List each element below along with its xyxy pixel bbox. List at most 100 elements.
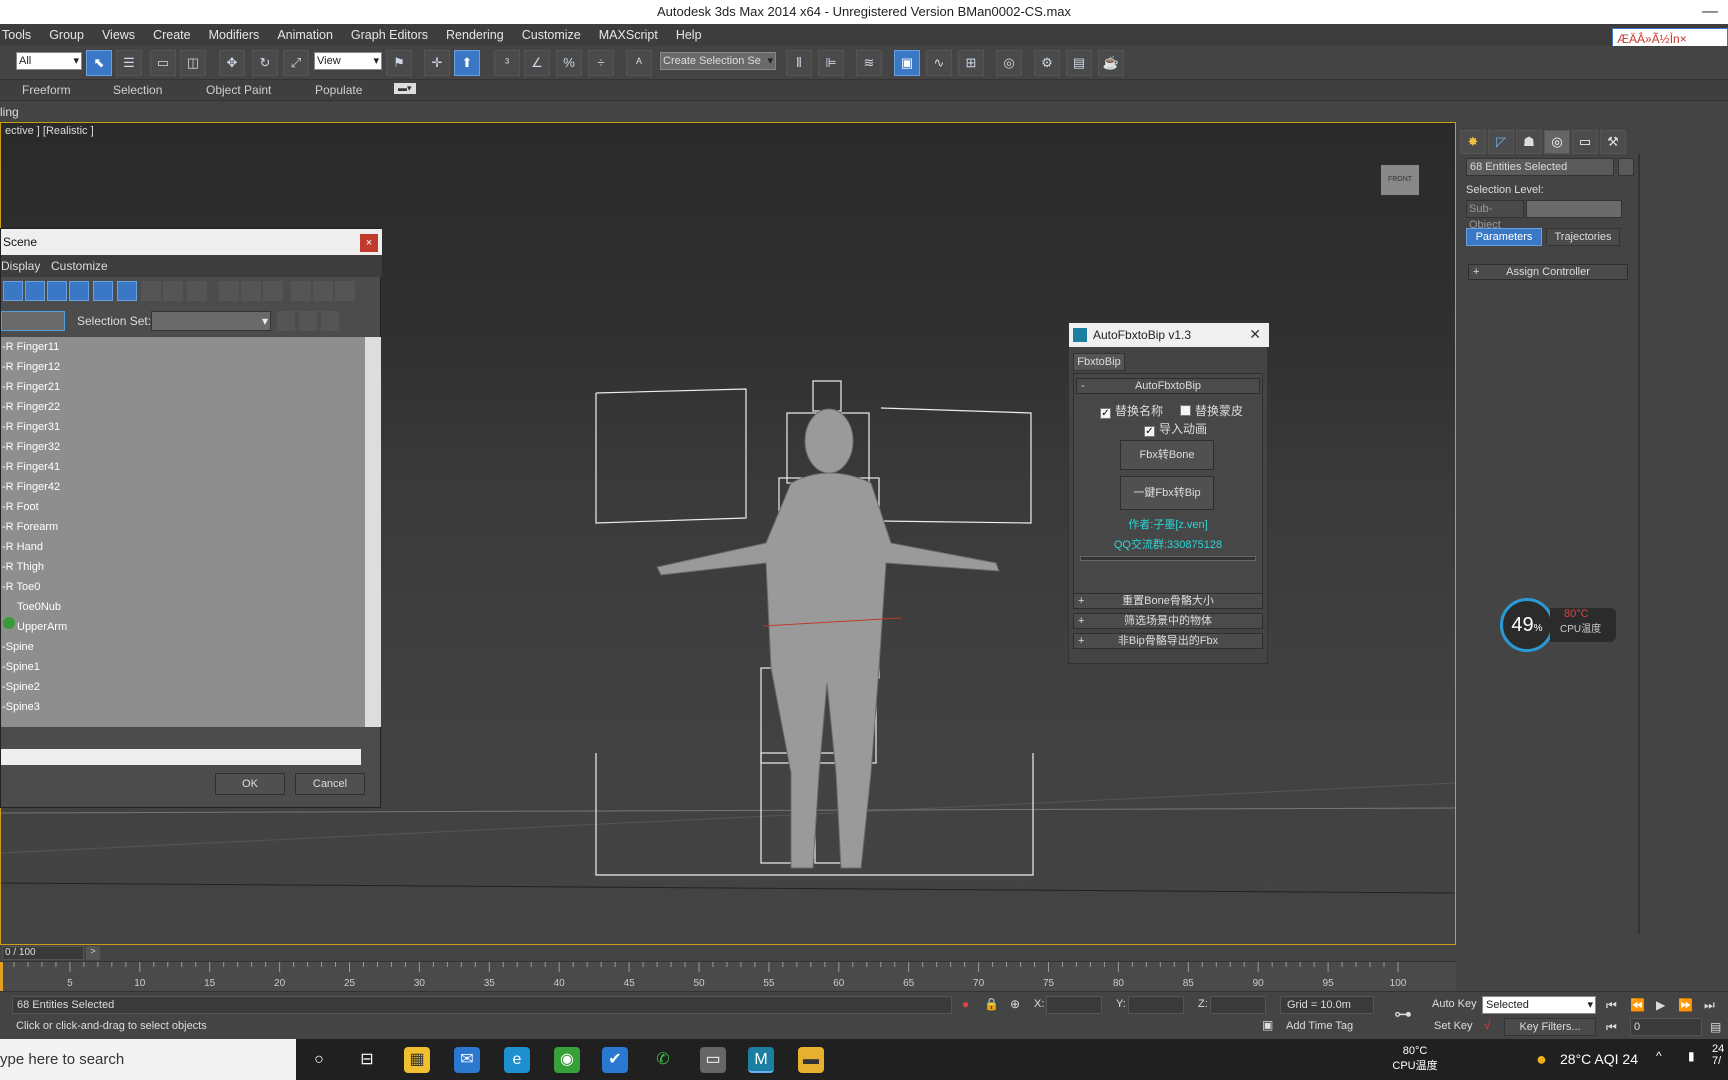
scale-icon[interactable]: ⤢ (283, 50, 309, 76)
tray-chevron-icon[interactable]: ^ (1656, 1049, 1662, 1063)
tab-parameters[interactable]: Parameters (1466, 228, 1542, 246)
spinner-snap-icon[interactable]: ÷ (588, 50, 614, 76)
horizontal-scrollbar[interactable] (1, 749, 361, 765)
list-item[interactable]: -R Thigh (1, 557, 365, 577)
rect-selection-icon[interactable]: ▭ (150, 50, 176, 76)
rollout-non-bip-export[interactable]: + 非Bip骨骼导出的Fbx (1073, 633, 1263, 649)
fbx-to-bip-button[interactable]: 一鍵Fbx转Bip (1120, 476, 1214, 510)
select-none-icon[interactable] (241, 281, 261, 301)
motion-tab-icon[interactable]: ◎ (1544, 130, 1570, 154)
cortana-icon[interactable]: ○ (306, 1047, 332, 1073)
object-list[interactable]: -R Finger11 -R Finger12 -R Finger21 -R F… (1, 337, 365, 727)
task-view-icon[interactable]: ⊟ (354, 1047, 380, 1073)
menu-customize[interactable]: Customize (51, 259, 108, 273)
list-item[interactable]: -R Finger21 (1, 377, 365, 397)
menu-customize[interactable]: Customize (513, 24, 590, 46)
track-bar[interactable]: 5 10 15 20 25 30 35 40 45 50 55 60 65 70 75 80 85 90 95 100 (0, 961, 1456, 992)
set-key-button[interactable]: Set Key (1434, 1020, 1473, 1032)
rotate-icon[interactable]: ↻ (252, 50, 278, 76)
ribbon-toggle-icon[interactable]: ▬▾ (394, 83, 416, 94)
minimize-icon[interactable]: — (1702, 0, 1718, 24)
ok-button[interactable]: OK (215, 773, 285, 795)
auto-key-button[interactable]: Auto Key (1432, 998, 1477, 1010)
selection-filter-dropdown[interactable]: All (16, 52, 82, 70)
sel-set-edit-icon[interactable] (321, 311, 339, 331)
play-icon[interactable]: ▶ (1656, 998, 1665, 1012)
name-search-input[interactable] (1, 311, 65, 331)
tab-trajectories[interactable]: Trajectories (1546, 228, 1620, 246)
go-to-start-icon[interactable]: ⏮ (1606, 998, 1617, 1013)
rollout-filter-scene-objects[interactable]: + 筛选场景中的物体 (1073, 613, 1263, 629)
menu-modifiers[interactable]: Modifiers (200, 24, 269, 46)
scene-explorer-icon[interactable]: ▣ (894, 50, 920, 76)
rendered-frame-icon[interactable]: ▤ (1066, 50, 1092, 76)
list-item[interactable]: -Spine (1, 637, 365, 657)
list-item[interactable]: -R Foot (1, 497, 365, 517)
sub-object-dropdown[interactable] (1526, 200, 1622, 218)
app-window-icon[interactable]: ▭ (700, 1047, 726, 1073)
filter-bones-icon[interactable] (187, 281, 207, 301)
rollout-reset-bone-size[interactable]: + 重置Bone骨骼大小 (1073, 593, 1263, 609)
go-to-end-icon[interactable]: ⏭ (1704, 998, 1715, 1013)
y-coordinate-field[interactable] (1128, 996, 1184, 1014)
hierarchy-tab-icon[interactable]: ☗ (1516, 130, 1542, 154)
assign-controller-rollout[interactable]: + Assign Controller (1468, 264, 1628, 280)
clock[interactable]: 24 7/ (1712, 1043, 1724, 1067)
select-by-name-icon[interactable]: ☰ (116, 50, 142, 76)
ribbon-tab-selection[interactable]: Selection (113, 83, 162, 97)
menu-animation[interactable]: Animation (268, 24, 342, 46)
list-item[interactable]: -Spine2 (1, 677, 365, 697)
add-time-tag[interactable]: Add Time Tag (1286, 1020, 1353, 1032)
time-tag-icon[interactable]: ▣ (1262, 1018, 1273, 1032)
filter-helpers-icon[interactable] (93, 281, 113, 301)
list-item[interactable]: -R Hand (1, 537, 365, 557)
filter-groups-icon[interactable] (141, 281, 161, 301)
list-item[interactable]: -R Finger32 (1, 437, 365, 457)
next-key-icon[interactable]: ⏩ (1678, 998, 1693, 1012)
set-key-curve-icon[interactable]: √ (1484, 1018, 1491, 1032)
filter-cameras-icon[interactable] (69, 281, 89, 301)
scene-dialog-titlebar[interactable]: Scene (1, 229, 382, 255)
object-name-field[interactable]: 68 Entities Selected (1466, 158, 1614, 176)
key-filters-button[interactable]: Key Filters... (1504, 1018, 1596, 1036)
render-teapot-icon[interactable]: ☕ (1098, 50, 1124, 76)
schematic-view-icon[interactable]: ⊞ (958, 50, 984, 76)
keyboard-shortcut-icon[interactable]: ⬆ (454, 50, 480, 76)
filter-xrefs-icon[interactable] (163, 281, 183, 301)
list-item[interactable]: -R Finger41 (1, 457, 365, 477)
absolute-mode-icon[interactable]: ⊕ (1010, 997, 1020, 1011)
select-invert-icon[interactable] (263, 281, 283, 301)
angle-snap-icon[interactable]: ∠ (524, 50, 550, 76)
time-slider[interactable]: 0 / 100 > (0, 945, 1456, 961)
edge-icon[interactable]: e (504, 1047, 530, 1073)
select-object-icon[interactable]: ⬉ (86, 50, 112, 76)
layer-manager-icon[interactable]: ≋ (856, 50, 882, 76)
key-icon[interactable]: ⊶ (1394, 1004, 1412, 1025)
lock-selection-icon[interactable]: 🔒 (984, 997, 999, 1011)
create-tab-icon[interactable]: ✸ (1460, 130, 1486, 154)
sel-set-add-icon[interactable] (277, 311, 295, 331)
utilities-tab-icon[interactable]: ⚒ (1600, 130, 1626, 154)
modify-tab-icon[interactable]: ◸ (1488, 130, 1514, 154)
list-item[interactable]: UpperArm (1, 617, 365, 637)
tab-fbxtobip[interactable]: FbxtoBip (1073, 353, 1125, 371)
checkbox-import-animation[interactable]: ✓ 导入动画 (1144, 420, 1207, 437)
list-item[interactable]: -R Forearm (1, 517, 365, 537)
3dsmax-taskbar-icon[interactable]: M (748, 1047, 774, 1073)
named-selection-dropdown[interactable]: Create Selection Se (660, 52, 776, 70)
close-icon[interactable]: × (360, 234, 378, 252)
taskbar-search-box[interactable]: ype here to search (0, 1039, 296, 1080)
material-editor-icon[interactable]: ◎ (996, 50, 1022, 76)
checkbox-replace-name[interactable]: ✓ 替换名称 (1100, 402, 1163, 419)
snaps-icon[interactable]: ³ (494, 50, 520, 76)
key-mode-toggle-icon[interactable]: ⏮ (1606, 1020, 1617, 1035)
select-all-icon[interactable] (219, 281, 239, 301)
list-item[interactable]: -R Finger31 (1, 417, 365, 437)
window-crossing-icon[interactable]: ◫ (180, 50, 206, 76)
display-children-icon[interactable] (335, 281, 355, 301)
filter-shapes-icon[interactable] (25, 281, 45, 301)
vertical-scrollbar[interactable] (365, 337, 381, 727)
menu-rendering[interactable]: Rendering (437, 24, 513, 46)
fbx-to-bone-button[interactable]: Fbx转Bone (1120, 440, 1214, 470)
sub-object-button[interactable]: Sub-Object (1466, 200, 1524, 231)
